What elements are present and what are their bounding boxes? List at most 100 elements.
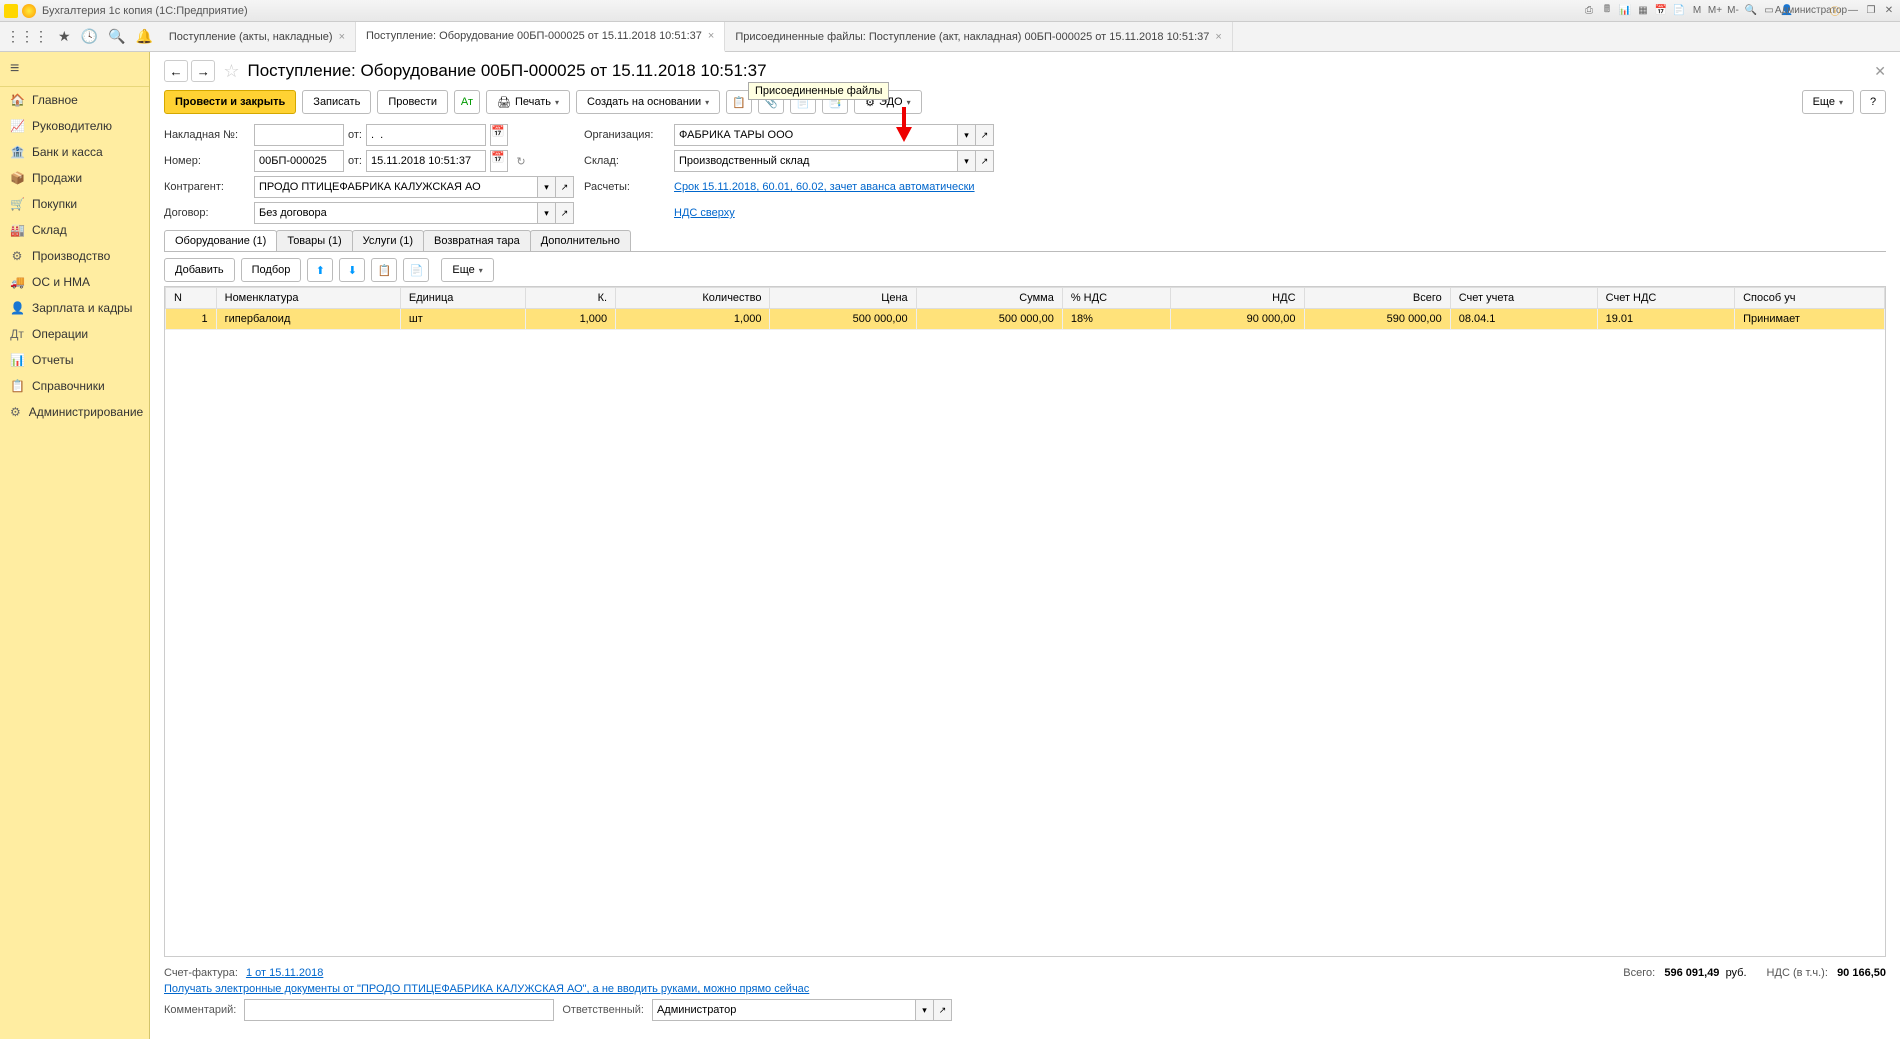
col-header[interactable]: Способ уч [1735, 288, 1885, 309]
save-button[interactable]: Записать [302, 90, 371, 114]
sidebar-item[interactable]: 🚚ОС и НМА [0, 269, 149, 295]
sidebar-item[interactable]: 📈Руководителю [0, 113, 149, 139]
app-orb-icon[interactable] [22, 4, 36, 18]
info-icon[interactable]: ⓘ [1828, 4, 1842, 18]
tab[interactable]: Поступление (акты, накладные)× [159, 22, 356, 51]
bell-icon[interactable]: 🔔 [135, 28, 152, 45]
col-header[interactable]: Сумма [916, 288, 1062, 309]
dropdown-icon[interactable]: ▾ [958, 124, 976, 146]
sidebar-item[interactable]: ⚙Производство [0, 243, 149, 269]
paste-icon[interactable]: 📄 [403, 258, 429, 282]
apps-icon[interactable]: ⋮⋮⋮ [6, 28, 48, 45]
open-icon[interactable]: ↗ [556, 176, 574, 198]
calendar-icon[interactable]: 📅 [1654, 4, 1668, 18]
resp-input[interactable] [652, 999, 916, 1021]
col-header[interactable]: % НДС [1062, 288, 1170, 309]
col-header[interactable]: Всего [1304, 288, 1450, 309]
m-plus-icon[interactable]: M+ [1708, 4, 1722, 18]
post-close-button[interactable]: Провести и закрыть [164, 90, 296, 114]
tab-close-icon[interactable]: × [1215, 31, 1221, 43]
number-input[interactable] [254, 150, 344, 172]
org-input[interactable] [674, 124, 958, 146]
tab-close-icon[interactable]: × [708, 30, 714, 42]
col-header[interactable]: Счет учета [1450, 288, 1597, 309]
open-icon[interactable]: ↗ [976, 150, 994, 172]
tab-close-icon[interactable]: × [339, 31, 345, 43]
nav-fwd-button[interactable]: → [191, 60, 215, 82]
sidebar-item[interactable]: 📦Продажи [0, 165, 149, 191]
subtab[interactable]: Товары (1) [276, 230, 352, 251]
sidebar-item[interactable]: 👤Зарплата и кадры [0, 295, 149, 321]
help-button[interactable]: ? [1860, 90, 1886, 114]
dropdown-icon[interactable]: ▾ [916, 999, 934, 1021]
table-row[interactable]: 1гипербалоидшт1,0001,000500 000,00500 00… [166, 309, 1885, 330]
calendar-icon[interactable]: 📅 [490, 150, 508, 172]
refresh-icon[interactable]: ↻ [512, 155, 530, 168]
col-header[interactable]: Количество [616, 288, 770, 309]
min-icon[interactable]: — [1846, 4, 1860, 18]
contract-input[interactable] [254, 202, 538, 224]
burger-icon[interactable]: ≡ [0, 52, 149, 87]
calendar-icon[interactable]: 📅 [490, 124, 508, 146]
tool-icon[interactable]: 📊 [1618, 4, 1632, 18]
user-label[interactable]: Администратор [1804, 4, 1818, 18]
post-button[interactable]: Провести [377, 90, 448, 114]
wh-input[interactable] [674, 150, 958, 172]
open-icon[interactable]: ↗ [556, 202, 574, 224]
sidebar-item[interactable]: 🏭Склад [0, 217, 149, 243]
table-more-button[interactable]: Еще ▾ [441, 258, 493, 282]
col-header[interactable]: НДС [1170, 288, 1304, 309]
m-icon[interactable]: M [1690, 4, 1704, 18]
col-header[interactable]: Счет НДС [1597, 288, 1734, 309]
nav-back-button[interactable]: ← [164, 60, 188, 82]
up-icon[interactable]: ⬆ [307, 258, 333, 282]
fav-star-icon[interactable]: ☆ [223, 61, 239, 82]
select-button[interactable]: Подбор [241, 258, 302, 282]
add-button[interactable]: Добавить [164, 258, 235, 282]
open-icon[interactable]: ↗ [976, 124, 994, 146]
col-header[interactable]: К. [525, 288, 615, 309]
search-icon[interactable]: 🔍 [108, 28, 125, 45]
sf-link[interactable]: 1 от 15.11.2018 [246, 967, 323, 979]
sidebar-item[interactable]: 🛒Покупки [0, 191, 149, 217]
col-header[interactable]: Единица [400, 288, 525, 309]
m-minus-icon[interactable]: M- [1726, 4, 1740, 18]
search-icon[interactable]: 🔍 [1744, 4, 1758, 18]
tool-icon[interactable]: 🖩 [1600, 4, 1614, 18]
subtab[interactable]: Дополнительно [530, 230, 631, 251]
sidebar-item[interactable]: 🏦Банк и касса [0, 139, 149, 165]
sidebar-item[interactable]: 📋Справочники [0, 373, 149, 399]
tool-icon[interactable]: ▭ [1762, 4, 1776, 18]
more-button[interactable]: Еще ▾ [1802, 90, 1854, 114]
dtkt-icon[interactable]: Ат [454, 90, 480, 114]
vat-link[interactable]: НДС сверху [674, 207, 994, 219]
open-icon[interactable]: ↗ [934, 999, 952, 1021]
dropdown-icon[interactable]: ▾ [958, 150, 976, 172]
contractor-input[interactable] [254, 176, 538, 198]
invoice-date-input[interactable] [366, 124, 486, 146]
col-header[interactable]: Номенклатура [216, 288, 400, 309]
page-close-icon[interactable]: ✕ [1874, 63, 1886, 80]
subtab[interactable]: Возвратная тара [423, 230, 531, 251]
down-icon[interactable]: ⬇ [339, 258, 365, 282]
dropdown-icon[interactable]: ▾ [538, 202, 556, 224]
sidebar-item[interactable]: 📊Отчеты [0, 347, 149, 373]
col-header[interactable]: Цена [770, 288, 916, 309]
invoice-input[interactable] [254, 124, 344, 146]
dropdown-icon[interactable]: ▾ [538, 176, 556, 198]
tool-icon[interactable]: 📄 [1672, 4, 1686, 18]
sidebar-item[interactable]: ДтОперации [0, 321, 149, 347]
tab[interactable]: Присоединенные файлы: Поступление (акт, … [725, 22, 1233, 51]
promo-link[interactable]: Получать электронные документы от "ПРОДО… [164, 983, 809, 995]
subtab[interactable]: Услуги (1) [352, 230, 424, 251]
sidebar-item[interactable]: ⚙Администрирование [0, 399, 149, 425]
tab[interactable]: Поступление: Оборудование 00БП-000025 от… [356, 22, 725, 52]
star-icon[interactable]: ★ [58, 28, 71, 45]
col-header[interactable]: N [166, 288, 217, 309]
calc-link[interactable]: Срок 15.11.2018, 60.01, 60.02, зачет ава… [674, 181, 994, 193]
tool-icon[interactable]: ▦ [1636, 4, 1650, 18]
comment-input[interactable] [244, 999, 554, 1021]
table[interactable]: NНоменклатураЕдиницаК.КоличествоЦенаСумм… [164, 286, 1886, 957]
close-icon[interactable]: ✕ [1882, 4, 1896, 18]
history-icon[interactable]: 🕓 [81, 28, 98, 45]
